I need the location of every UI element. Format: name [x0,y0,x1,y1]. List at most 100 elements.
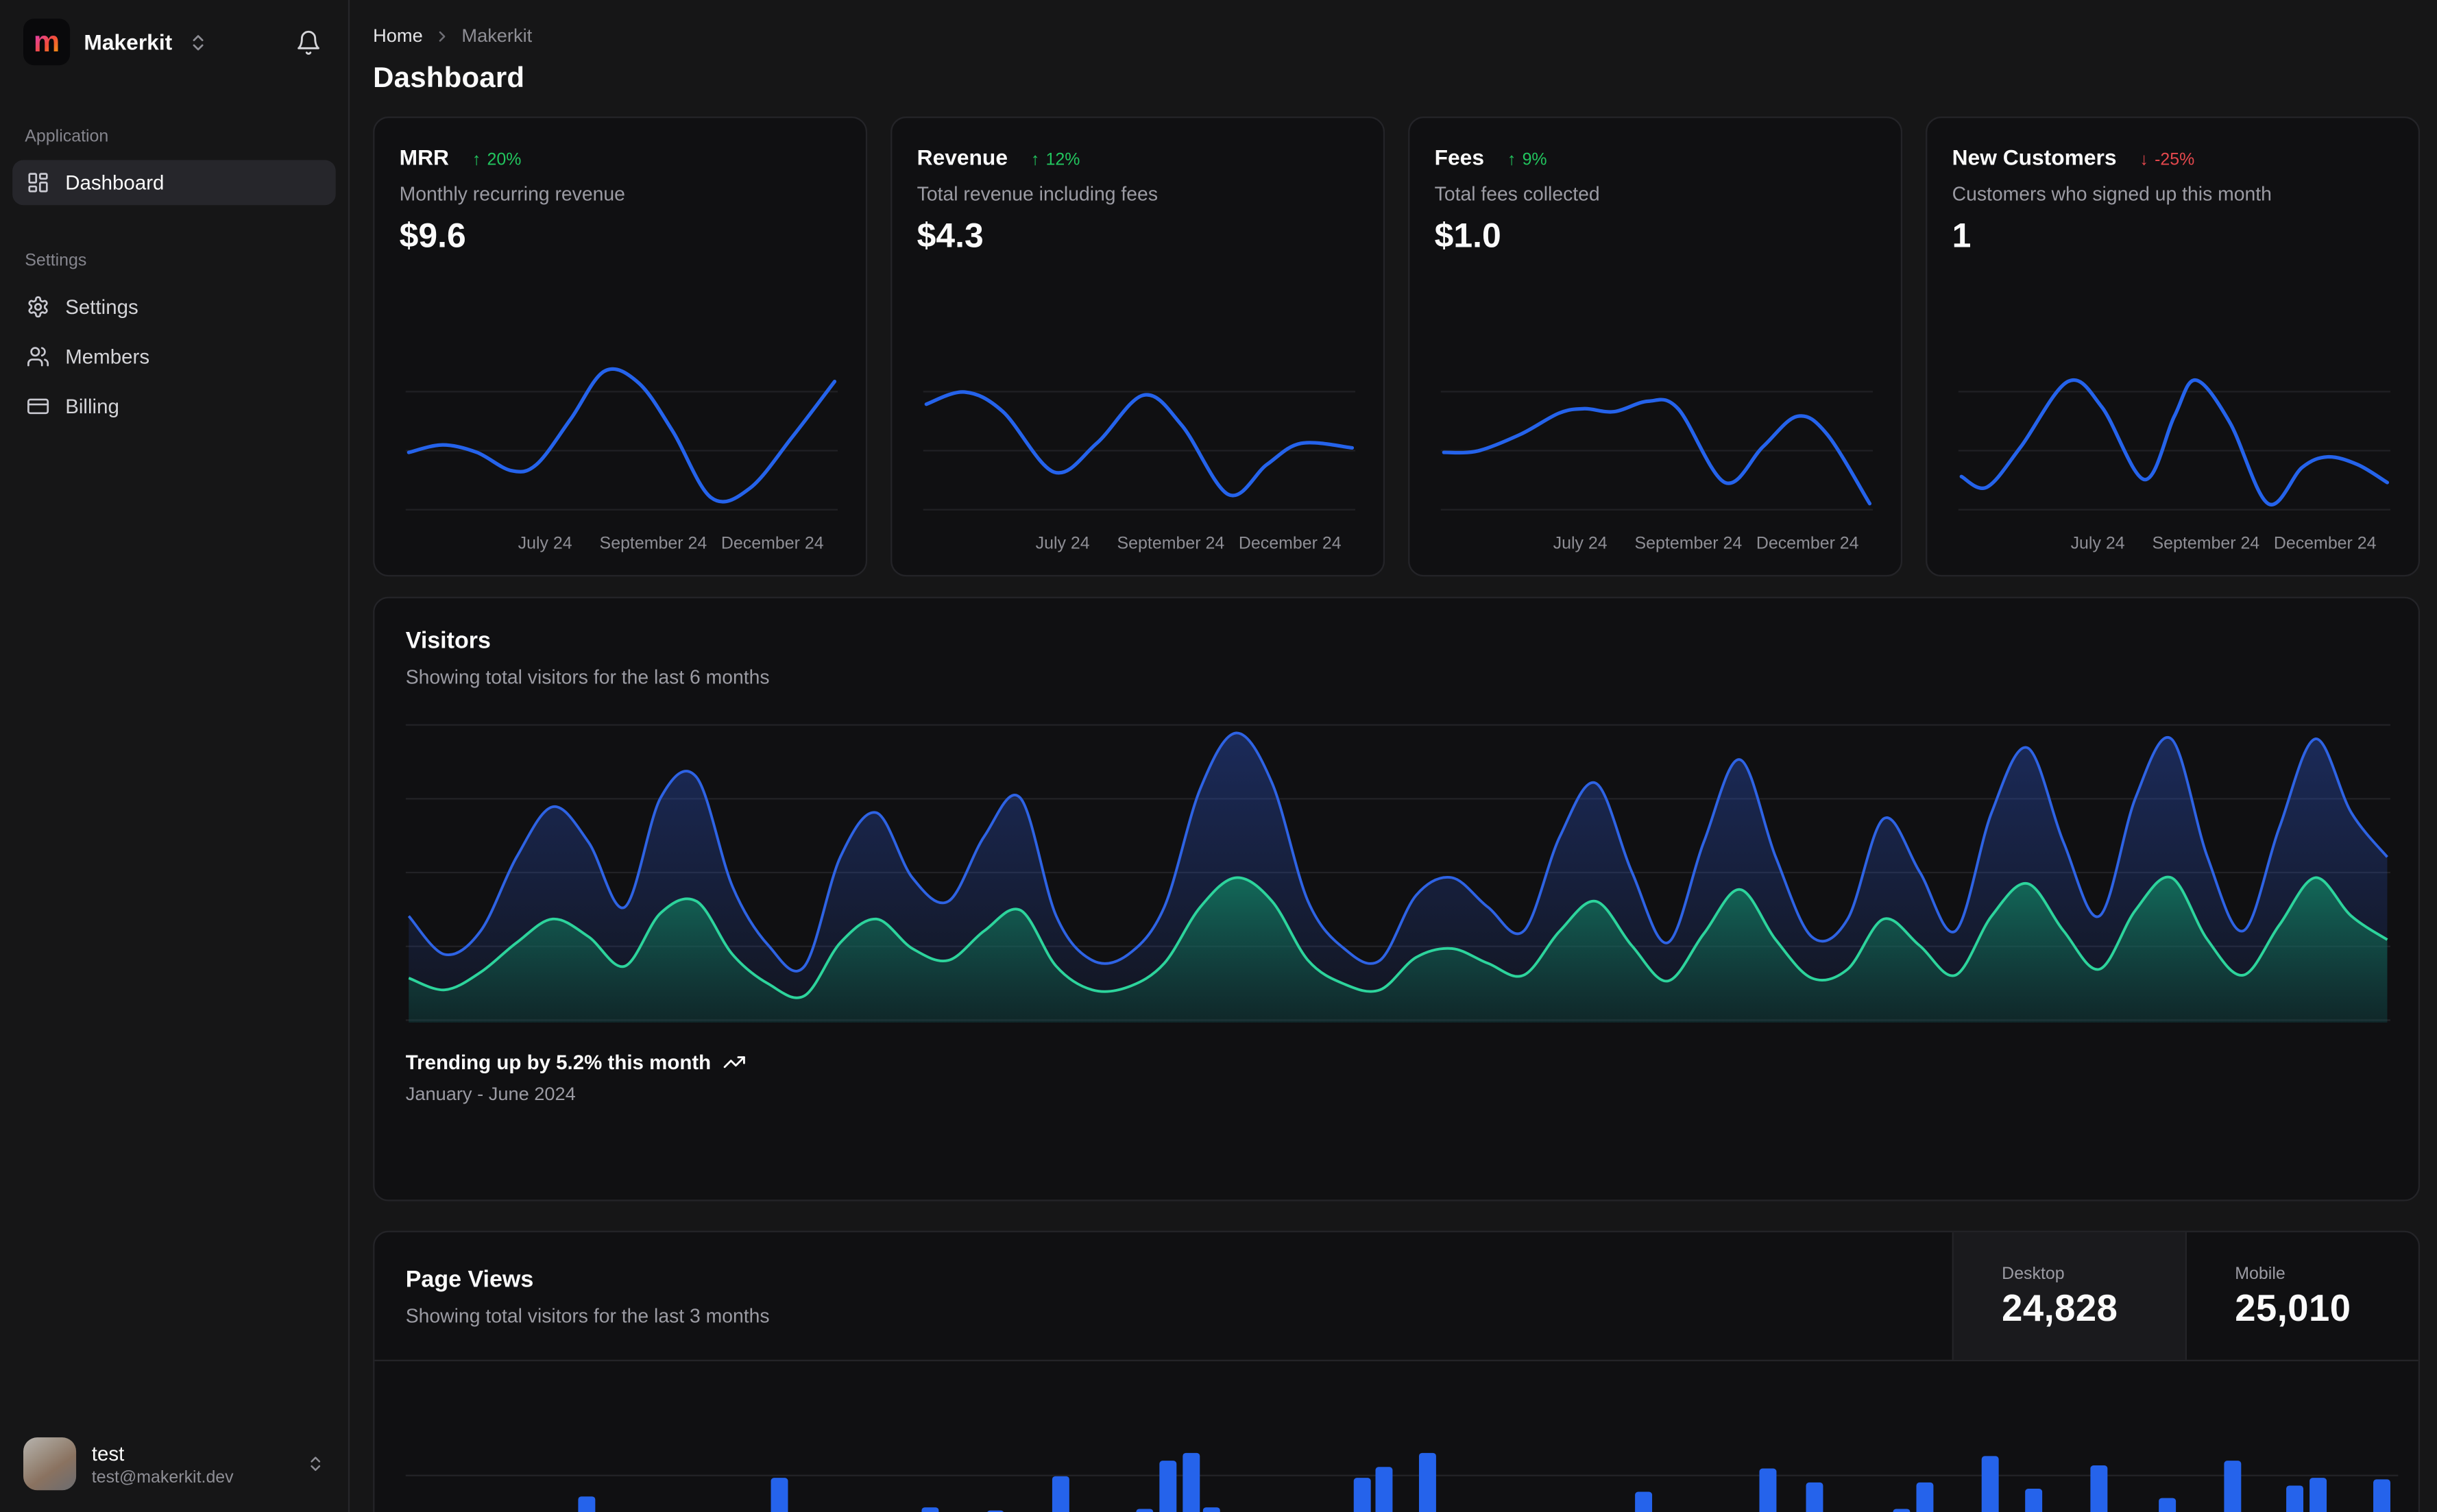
nav-section-application: Application [25,127,109,147]
page-views-bar [1893,1509,1911,1512]
trend-badge: ↑ 12% [1031,151,1080,169]
page-views-bar [2159,1498,2177,1512]
page-views-bar [1183,1452,1200,1512]
trend-down-icon: ↓ [2139,150,2149,170]
stat-card-new-customers: New Customers ↓ -25% Customers who signe… [1926,117,2421,577]
stat-value: $9.6 [399,216,466,255]
new-customers-sparkline-chart [1958,378,2390,511]
x-tick: July 24 [1035,534,1090,554]
x-tick: December 24 [1756,534,1859,554]
x-tick: December 24 [2273,534,2377,554]
bell-icon [295,29,322,56]
stat-description: Monthly recurring revenue [399,183,625,206]
breadcrumb-current: Makerkit [461,25,533,47]
page-views-bar [2373,1479,2390,1512]
stat-card-fees: Fees ↑ 9% Total fees collected $1.0 July… [1408,117,1903,577]
page-views-bar [578,1496,596,1512]
settings-icon [27,295,50,319]
sidebar-item-settings[interactable]: Settings [12,284,336,330]
trend-badge: ↓ -25% [2140,151,2195,169]
page-views-bar [1916,1482,1934,1512]
trend-up-icon: ↑ [472,150,481,170]
sidebar-item-label: Dashboard [65,171,165,195]
desktop-label: Desktop [2002,1264,2065,1283]
user-name: test [91,1441,125,1465]
visitors-area-chart [405,724,2390,1023]
makerkit-logo-letter: m [33,25,60,59]
x-tick: July 24 [2070,534,2125,554]
trending-up-icon [723,1051,747,1074]
desktop-toggle[interactable]: Desktop 24,828 [1952,1232,2185,1360]
page-views-bar-chart [405,1361,2399,1512]
page-views-bar [1635,1491,1653,1512]
revenue-sparkline-chart [923,390,1356,511]
x-tick: September 24 [1117,534,1225,554]
sidebar-item-members[interactable]: Members [12,334,336,379]
mobile-toggle[interactable]: Mobile 25,010 [2185,1232,2418,1360]
page-views-bar [1052,1476,1069,1512]
x-tick: December 24 [720,534,824,554]
stat-value: 1 [1952,216,1972,255]
sidebar-item-label: Billing [65,394,119,418]
x-axis-labels: July 24 September 24 December 24 [917,535,1359,557]
page-views-bar [1202,1507,1220,1512]
page-views-card: Page Views Showing total visitors for th… [373,1230,2421,1512]
stat-card-revenue: Revenue ↑ 12% Total revenue including fe… [890,117,1385,577]
page-views-bar [1353,1478,1371,1512]
page-views-bar [1418,1452,1436,1512]
stat-description: Total revenue including fees [917,183,1159,206]
trend-up-icon: ↑ [1507,150,1516,170]
trend-value: 9% [1522,150,1547,170]
page-views-description: Showing total visitors for the last 3 mo… [405,1305,770,1328]
billing-icon [27,395,50,418]
x-axis-labels: July 24 September 24 December 24 [1952,535,2394,557]
x-tick: July 24 [518,534,572,554]
team-selector[interactable]: m Makerkit [23,19,208,66]
page-views-bar [1375,1467,1393,1512]
chevrons-up-down-icon [188,32,208,51]
stat-card-mrr: MRR ↑ 20% Monthly recurring revenue $9.6… [373,117,868,577]
user-avatar [23,1437,77,1491]
trend-up-icon: ↑ [1030,150,1040,170]
x-tick: July 24 [1553,534,1608,554]
sidebar-item-label: Members [65,345,150,369]
page-views-bar [1159,1461,1177,1512]
members-icon [27,345,50,368]
page-title: Dashboard [373,60,525,94]
trend-value: 12% [1045,150,1080,170]
visitors-title: Visitors [405,627,491,655]
breadcrumb: Home Makerkit [373,25,2420,47]
x-tick: December 24 [1238,534,1342,554]
mrr-sparkline-chart [405,367,838,511]
page-views-bar [1759,1468,1777,1512]
x-axis-labels: July 24 September 24 December 24 [400,535,841,557]
sidebar-item-label: Settings [65,295,138,319]
page-views-bar [2025,1488,2043,1512]
visitors-period: January - June 2024 [405,1083,576,1105]
stat-value: $1.0 [1434,216,1501,255]
sidebar-item-dashboard[interactable]: Dashboard [12,160,336,206]
chevron-right-icon [434,27,451,45]
main-content: Home Makerkit Dashboard MRR ↑ 20% Monthl… [350,0,2437,1512]
user-menu[interactable]: test test@makerkit.dev [0,1419,348,1512]
app-window: m Makerkit Application Dashboard Setting… [0,0,2437,1512]
page-views-bar [2286,1485,2304,1512]
trend-value: -25% [2155,150,2195,170]
notifications-button[interactable] [292,25,325,58]
page-views-bar [2090,1465,2108,1512]
x-tick: September 24 [599,534,707,554]
page-views-title: Page Views [405,1266,534,1293]
page-views-bar [2309,1478,2327,1512]
chevrons-up-down-icon [306,1454,325,1473]
x-tick: September 24 [2152,534,2260,554]
team-name: Makerkit [84,29,173,55]
stat-value: $4.3 [917,216,984,255]
stat-title: Fees [1434,144,1485,170]
stat-cards-row: MRR ↑ 20% Monthly recurring revenue $9.6… [373,117,2421,577]
sidebar-item-billing[interactable]: Billing [12,384,336,429]
mobile-total: 25,010 [2235,1287,2351,1330]
breadcrumb-home-link[interactable]: Home [373,25,423,47]
nav-section-settings: Settings [25,252,87,271]
page-views-toggle-group: Desktop 24,828 Mobile 25,010 [1952,1232,2418,1360]
page-views-bar [921,1507,939,1512]
